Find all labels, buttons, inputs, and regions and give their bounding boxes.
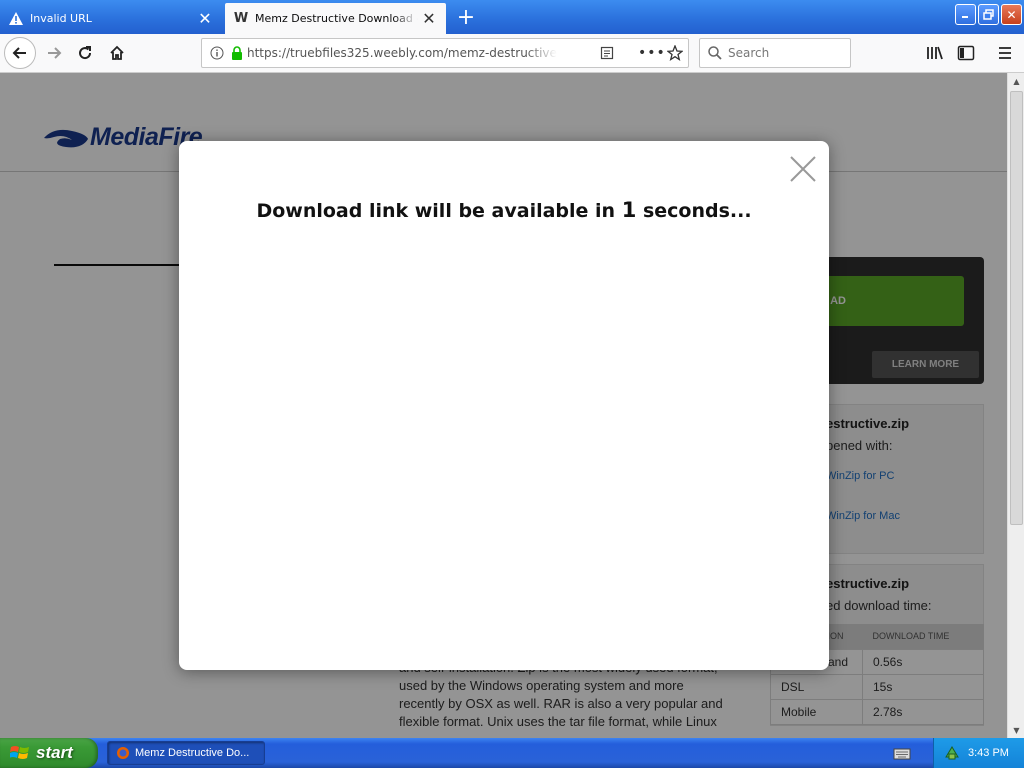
countdown-text-before: Download link will be available in [256,200,622,222]
address-bar[interactable]: https://truebfiles325.weebly.com/memz-de… [201,38,689,68]
sidebar-toggle-icon[interactable] [951,38,981,68]
clock[interactable]: 3:43 PM [968,747,1009,759]
navigation-toolbar: https://truebfiles325.weebly.com/memz-de… [0,34,1024,73]
search-input[interactable] [728,46,838,60]
scroll-down-arrow-icon[interactable]: ▼ [1008,722,1024,738]
scrollbar-thumb[interactable] [1010,91,1023,525]
close-tab-icon[interactable]: ✕ [418,8,440,30]
close-icon[interactable] [789,155,817,183]
page-viewport: MediaFire AD LEARN MORE estructive.zip p… [0,73,1007,738]
new-tab-button[interactable]: + [452,4,480,30]
warning-icon [8,11,24,27]
info-icon[interactable] [210,46,224,60]
restore-button[interactable] [978,4,999,25]
url-text[interactable]: https://truebfiles325.weebly.com/memz-de… [247,46,557,60]
tab-invalid-url[interactable]: Invalid URL ✕ [0,3,222,34]
close-tab-icon[interactable]: ✕ [194,8,216,30]
reload-button[interactable] [70,38,100,68]
network-icon[interactable] [944,745,960,761]
minimize-button[interactable] [955,4,976,25]
search-icon [708,46,722,60]
page-actions-icon[interactable]: ••• [638,45,666,61]
search-bar[interactable] [699,38,851,68]
keyboard-icon[interactable] [893,746,911,765]
scroll-up-arrow-icon[interactable]: ▲ [1008,73,1024,89]
weebly-icon: W [233,11,249,26]
lock-icon[interactable] [231,46,243,60]
forward-button[interactable] [39,38,69,68]
countdown-message: Download link will be available in 1 sec… [179,198,829,222]
tab-title: Invalid URL [30,12,92,25]
tab-title: Memz Destructive Download - truebfiles32… [255,12,418,25]
menu-icon[interactable] [990,38,1020,68]
download-modal: Download link will be available in 1 sec… [179,141,829,670]
reader-view-icon[interactable] [600,46,614,60]
tab-memz-destructive-download[interactable]: W Memz Destructive Download - truebfiles… [225,3,446,34]
close-window-button[interactable]: ✕ [1001,4,1022,25]
start-button[interactable]: start [0,738,98,768]
windows-taskbar: start Memz Destructive Do... 3:43 PM [0,738,1024,768]
back-button[interactable] [4,37,36,69]
library-icon[interactable] [920,38,950,68]
countdown-text-after: seconds... [636,200,752,222]
start-label: start [36,743,73,762]
browser-tab-bar: Invalid URL ✕ W Memz Destructive Downloa… [0,0,1024,34]
windows-logo-icon [10,746,29,759]
bookmark-star-icon[interactable] [667,45,683,61]
taskbar-item-label: Memz Destructive Do... [135,747,250,759]
home-button[interactable] [102,38,132,68]
countdown-number: 1 [621,198,637,222]
firefox-icon [116,746,130,760]
vertical-scrollbar[interactable]: ▲ ▼ [1007,73,1024,738]
system-tray: 3:43 PM [933,738,1024,768]
taskbar-item-firefox[interactable]: Memz Destructive Do... [107,741,265,765]
